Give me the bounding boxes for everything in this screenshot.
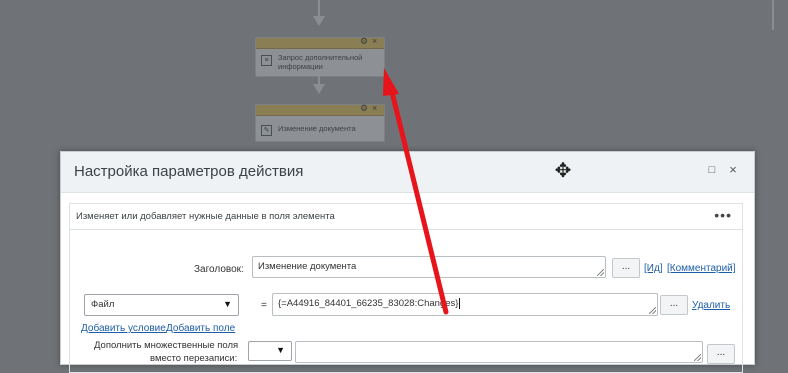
field-select[interactable]: Файл ▼ — [84, 294, 239, 316]
move-icon[interactable]: ✥ — [552, 160, 574, 182]
flow-arrow — [313, 16, 325, 26]
multi-fields-label-2: вместо перезаписи: — [150, 353, 238, 364]
field-value-text: {=A44916_84401_66235_83028:Changes} — [278, 298, 459, 310]
multi-fields-dots-button[interactable]: ... — [707, 344, 735, 364]
description-bar: Изменяет или добавляет нужные данные в п… — [70, 204, 742, 230]
resize-grip-icon[interactable] — [649, 307, 656, 314]
block-label: Запрос дополнительной информации — [278, 53, 363, 71]
comment-link[interactable]: [Комментарий] — [667, 263, 736, 274]
block-label: Изменение документа — [278, 124, 356, 133]
workflow-block-request-info[interactable]: ⚙ × ≡ Запрос дополнительной информации — [255, 36, 385, 77]
chevron-down-icon: ▼ — [223, 299, 232, 309]
id-link[interactable]: [Ид] — [644, 263, 663, 274]
multi-fields-label-1: Дополнить множественные поля — [94, 340, 239, 351]
title-label: Заголовок: — [194, 264, 244, 275]
workflow-block-change-document[interactable]: ⚙ × ✎ Изменение документа — [255, 103, 385, 142]
settings-icon[interactable]: ⚙ — [360, 103, 368, 114]
add-field-link[interactable]: Добавить поле — [166, 323, 235, 334]
equals-sign: = — [261, 300, 267, 311]
title-input[interactable]: Изменение документа — [252, 256, 606, 278]
title-input-value: Изменение документа — [258, 261, 357, 272]
field-select-value: Файл — [91, 299, 115, 310]
field-dots-button[interactable]: ... — [660, 295, 688, 315]
maximize-icon[interactable]: □ — [706, 164, 718, 176]
resize-grip-icon[interactable] — [597, 269, 604, 276]
multi-fields-input[interactable] — [295, 341, 703, 363]
dialog-header[interactable]: Настройка параметров действия ✥ □ × — [61, 152, 754, 193]
action-description: Изменяет или добавляет нужные данные в п… — [76, 211, 335, 222]
close-icon[interactable]: × — [372, 103, 377, 113]
dialog-title: Настройка параметров действия — [74, 163, 304, 180]
form-icon: ≡ — [261, 55, 272, 66]
delete-link[interactable]: Удалить — [692, 300, 730, 311]
text-cursor — [459, 298, 461, 309]
flow-connector — [772, 0, 774, 30]
field-value-input[interactable]: {=A44916_84401_66235_83028:Changes} — [272, 293, 658, 316]
title-dots-button[interactable]: ... — [612, 258, 640, 278]
add-condition-link[interactable]: Добавить условие — [81, 323, 166, 334]
action-settings-dialog: Настройка параметров действия ✥ □ × Изме… — [60, 151, 755, 373]
close-icon[interactable]: × — [726, 162, 740, 177]
multi-fields-select[interactable]: ▼ — [248, 341, 292, 361]
resize-grip-icon[interactable] — [694, 354, 701, 361]
flow-arrow — [313, 84, 325, 94]
close-icon[interactable]: × — [372, 36, 377, 46]
more-icon[interactable]: ••• — [714, 207, 732, 223]
settings-icon[interactable]: ⚙ — [360, 36, 368, 47]
edit-document-icon: ✎ — [261, 125, 272, 136]
chevron-down-icon: ▼ — [276, 345, 285, 355]
dialog-body: Изменяет или добавляет нужные данные в п… — [69, 203, 743, 373]
